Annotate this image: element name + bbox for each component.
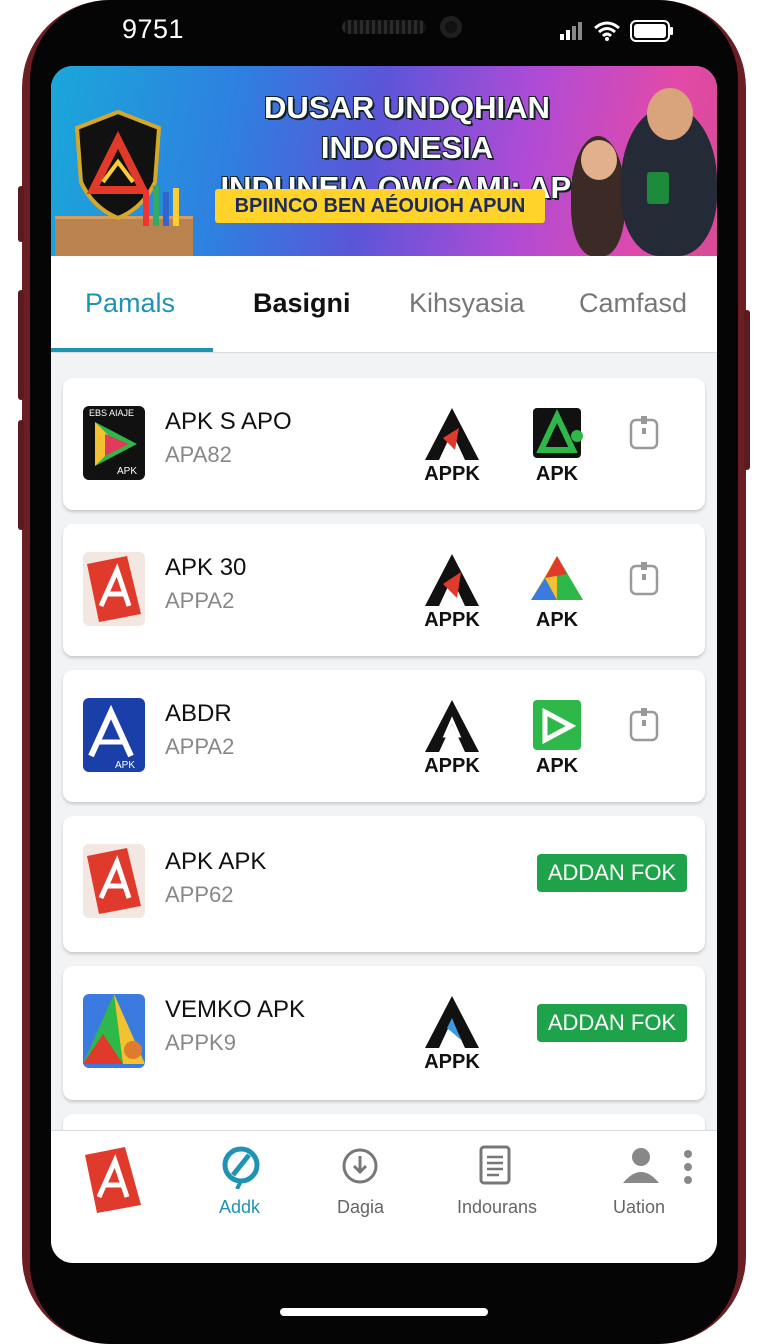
bottom-navigation: Addk Dagia Indourans Uation (51, 1130, 717, 1263)
front-camera (440, 16, 462, 38)
apk-logo: APPK (419, 994, 485, 1074)
apk-logo: APPK (419, 406, 485, 486)
app-subtitle: APA82 (165, 442, 232, 467)
tab-kihsyasia[interactable]: Kihsyasia (409, 288, 525, 319)
status-icons (560, 20, 674, 42)
status-time: 9751 (122, 14, 185, 44)
app-logo-icon[interactable] (83, 1145, 143, 1215)
apk-badge: APK (527, 698, 587, 778)
battery-icon (630, 20, 673, 42)
icon-caption: APK (117, 466, 137, 477)
active-tab-indicator (51, 348, 213, 352)
nav-uation[interactable] (621, 1145, 661, 1185)
app-name: APK APK (165, 848, 267, 875)
apk-logo-label: APPK (424, 463, 480, 485)
nav-dagia[interactable] (341, 1147, 379, 1185)
apk-logo-label: APPK (424, 755, 480, 777)
add-button[interactable]: ADDAN FOK (537, 1004, 687, 1042)
apk-badge-label: APK (535, 609, 579, 631)
person-face (581, 140, 617, 180)
app-subtitle: APP62 (165, 882, 234, 907)
person-face (647, 88, 693, 140)
app-subtitle: APPA2 (165, 734, 235, 759)
app-icon: APK (83, 698, 145, 772)
tab-camfasd[interactable]: Camfasd (579, 288, 687, 319)
signal-icon (560, 22, 582, 40)
icon-top-text: EBS AIAJE (89, 408, 134, 418)
apk-badge-label: APK (535, 463, 579, 485)
add-button[interactable]: ADDAN FOK (537, 854, 687, 892)
app-subtitle: APPA2 (165, 588, 235, 613)
list-item[interactable]: EBS AIAJE APK APK S APO APA82 APPK APK (63, 378, 705, 510)
clipboard-icon[interactable] (629, 708, 659, 742)
home-indicator[interactable] (280, 1308, 488, 1316)
clipboard-icon[interactable] (629, 562, 659, 596)
nav-indourans[interactable] (479, 1145, 511, 1185)
speaker-grille (342, 20, 426, 34)
person-icon (623, 1148, 659, 1183)
mute-switch (18, 186, 24, 242)
clipboard-icon[interactable] (629, 416, 659, 450)
icon-caption: APK (115, 760, 135, 771)
apk-badge: APK (527, 406, 587, 486)
volume-down-button (18, 420, 24, 530)
more-options-icon[interactable] (683, 1149, 693, 1185)
app-icon (83, 844, 145, 918)
phone-illustration (647, 172, 669, 204)
app-name: APK S APO (165, 408, 292, 435)
app-name: VEMKO APK (165, 996, 306, 1023)
document-icon (479, 1145, 511, 1185)
list-item[interactable]: APK 30 APPA2 APPK APK (63, 524, 705, 656)
power-button (744, 310, 750, 470)
tab-bar: Pamals Basigni Kihsyasia Camfasd (51, 256, 717, 353)
app-screen: DUSAR UNDQHIAN INDONESIA INDUNEIA QWCAMI… (51, 66, 717, 1263)
apk-logo-label: APPK (424, 609, 480, 631)
nav-label-dagia[interactable]: Dagia (337, 1197, 384, 1218)
volume-up-button (18, 290, 24, 400)
apk-badge-label: APK (535, 755, 579, 777)
apk-logo-label: APPK (424, 1051, 480, 1073)
tab-pamals[interactable]: Pamals (85, 288, 175, 319)
apk-badge: APK (527, 552, 587, 632)
list-item[interactable]: APK APK APP62 ADDAN FOK (63, 816, 705, 952)
download-icon (342, 1148, 378, 1184)
app-subtitle: APPK9 (165, 1030, 236, 1055)
nav-label-addk[interactable]: Addk (219, 1197, 260, 1218)
tab-basigni[interactable]: Basigni (253, 288, 351, 319)
apk-logo: APPK (419, 552, 485, 632)
nav-label-indourans[interactable]: Indourans (457, 1197, 537, 1218)
nav-label-uation[interactable]: Uation (613, 1197, 665, 1218)
app-name: ABDR (165, 700, 232, 727)
tag-icon (222, 1146, 260, 1190)
list-item[interactable]: APK ABDR APPA2 APPK APK (63, 670, 705, 802)
app-icon (83, 994, 145, 1068)
apk-logo: APPK (419, 698, 485, 778)
promo-banner[interactable]: DUSAR UNDQHIAN INDONESIA INDUNEIA QWCAMI… (51, 66, 717, 259)
wifi-icon (594, 21, 620, 41)
app-name: APK 30 (165, 554, 247, 581)
list-item[interactable]: VEMKO APK APPK9 APPK ADDAN FOK (63, 966, 705, 1100)
app-icon (83, 552, 145, 626)
nav-addk[interactable] (219, 1145, 263, 1190)
banner-subtitle: BPIINCO BEN AÉOUIOH APUN (215, 189, 545, 223)
app-icon: EBS AIAJE APK (83, 406, 145, 480)
